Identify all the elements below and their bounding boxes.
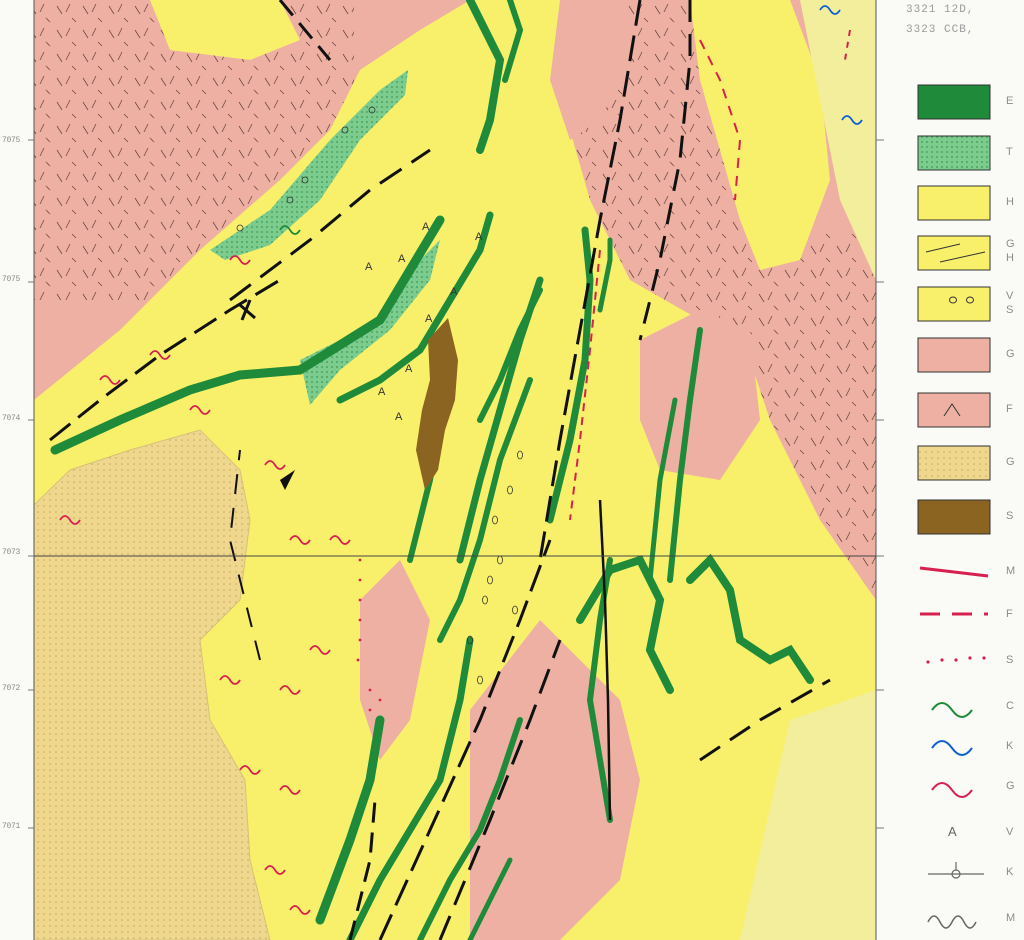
legend-label: V [1006,290,1014,302]
svg-text:A: A [450,286,458,298]
pink-hatched-swatch [917,392,991,428]
legend-label: C [1006,700,1014,712]
strike-dip-symbol [928,862,984,879]
legend-label: F [1006,608,1013,620]
legend-label: E [1006,95,1014,107]
northing-label: 7074 [2,414,21,423]
northing-label: 7073 [2,548,21,557]
geological-map: A A A A A A A A A A [28,0,991,940]
red-solid-line [919,566,989,578]
svg-text:A: A [378,386,386,398]
legend-label: T [1006,146,1013,158]
svg-text:A: A [425,313,433,325]
green-wavy-line [931,702,973,718]
northing-label: 7075 [2,275,21,284]
svg-text:A: A [475,231,483,243]
sheet-code-2: 3323 CCB, [906,24,975,36]
a-symbol: A [948,824,957,839]
legend-label: V [1006,826,1014,838]
legend-label: G [1006,348,1015,360]
yellow-swatch [917,185,991,221]
legend-label: K [1006,740,1014,752]
svg-text:A: A [398,253,406,265]
northing-label: 7071 [2,822,21,831]
legend-label: G [1006,780,1015,792]
green-fill-swatch [917,84,991,120]
red-wavy-line [931,782,973,798]
svg-text:A: A [422,221,430,233]
northing-label: 7075 [2,136,21,145]
legend-label: S [1006,510,1014,522]
legend-label: M [1006,912,1016,924]
legend-label: S [1006,304,1014,316]
stippled-green-swatch [917,135,991,171]
sheet-code-1: 3321 12D, [906,4,975,16]
svg-text:A: A [365,261,373,273]
red-dotted-line [926,656,986,664]
legend-label: G [1006,238,1015,250]
meander-symbol [927,915,977,929]
northing-label: 7072 [2,684,21,693]
legend-label: H [1006,196,1014,208]
svg-text:A: A [395,411,403,423]
svg-text:A: A [405,363,413,375]
yellow-circles-swatch [917,286,991,322]
blue-wavy-line [931,740,973,756]
legend: A [917,84,991,929]
legend-label: S [1006,654,1014,666]
legend-label: M [1006,565,1016,577]
legend-label: G [1006,456,1015,468]
legend-label: H [1006,252,1014,264]
tan-dotted-swatch [917,445,991,481]
brown-swatch [917,499,991,535]
yellow-lined-swatch [917,235,991,271]
map-area: A A A A A A A A A [34,0,876,940]
pink-swatch [917,337,991,373]
legend-label: K [1006,866,1014,878]
legend-label: F [1006,403,1013,415]
